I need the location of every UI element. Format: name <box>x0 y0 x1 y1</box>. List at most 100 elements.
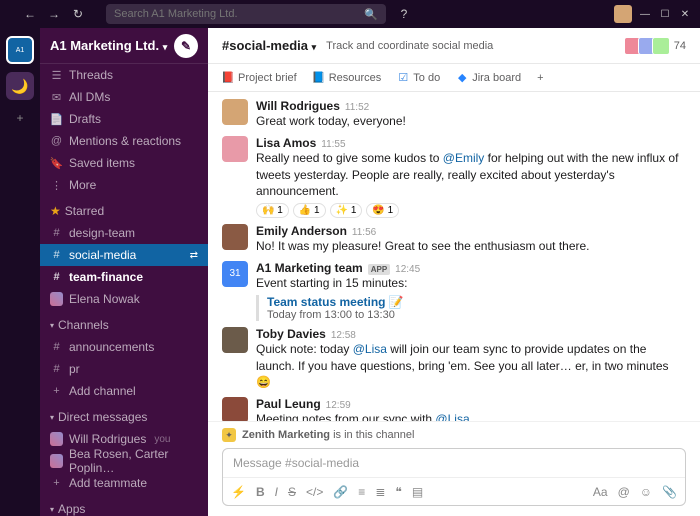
section-apps[interactable]: ▾ Apps <box>40 498 208 516</box>
dm-item-add-teammate[interactable]: +Add teammate <box>40 472 208 494</box>
unordered-list-button[interactable]: ≣ <box>375 485 385 499</box>
emoji-button[interactable]: ☺ <box>640 485 652 499</box>
help-icon[interactable]: ? <box>394 4 414 24</box>
add-bookmark[interactable]: + <box>537 72 543 84</box>
starred-item-team-finance[interactable]: #team-finance <box>40 266 208 288</box>
channel-item-pr[interactable]: #pr <box>40 358 208 380</box>
message-time: 11:55 <box>321 139 345 150</box>
section-dms[interactable]: ▾ Direct messages <box>40 406 208 428</box>
bookmark-to-do[interactable]: ☑To do <box>397 72 440 84</box>
bookmark-icon: ☑ <box>397 72 409 84</box>
bookmark-project-brief[interactable]: 📕Project brief <box>222 72 297 84</box>
attachment-title[interactable]: Team status meeting 📝 <box>267 295 686 309</box>
message-author[interactable]: Lisa Amos <box>256 136 316 150</box>
italic-button[interactable]: I <box>275 485 278 499</box>
message-avatar[interactable] <box>222 327 248 353</box>
hash-icon: # <box>50 227 63 239</box>
message: Lisa Amos11:55Really need to give some k… <box>222 133 686 221</box>
bookmark-jira-board[interactable]: ◆Jira board <box>456 72 521 84</box>
sidebar-item-threads[interactable]: ☰Threads <box>40 64 208 86</box>
code-button[interactable]: </> <box>306 485 323 499</box>
sidebar-item-mentions-reactions[interactable]: @Mentions & reactions <box>40 130 208 152</box>
message-avatar[interactable] <box>222 136 248 162</box>
message-avatar[interactable] <box>222 397 248 421</box>
strike-button[interactable]: S <box>288 485 296 499</box>
reaction[interactable]: 👍 1 <box>293 203 326 218</box>
reaction[interactable]: ✨ 1 <box>330 203 363 218</box>
message-avatar[interactable] <box>222 99 248 125</box>
message-time: 12:59 <box>326 400 351 411</box>
message-text: Great work today, everyone! <box>256 113 686 130</box>
org-icon: ✦ <box>222 428 236 442</box>
user-avatar[interactable] <box>614 5 632 23</box>
titlebar: ← → ↻ 🔍 ? — ☐ ✕ <box>0 0 700 28</box>
format-toggle[interactable]: Aa <box>593 485 608 499</box>
starred-item-design-team[interactable]: #design-team <box>40 222 208 244</box>
nav-icon: @ <box>50 135 63 147</box>
starred-item-elena-nowak[interactable]: Elena Nowak <box>40 288 208 310</box>
ordered-list-button[interactable]: ≡ <box>358 485 365 499</box>
history-icon[interactable]: ↻ <box>68 4 88 24</box>
search-box[interactable]: 🔍 <box>106 4 386 24</box>
nav-back[interactable]: ← <box>20 4 40 24</box>
message-time: 11:56 <box>352 227 376 238</box>
workspace-switcher[interactable]: A1 <box>6 36 34 64</box>
composer-input[interactable]: Message #social-media <box>223 449 685 477</box>
nav-icon: ✉ <box>50 91 63 104</box>
message-author[interactable]: Emily Anderson <box>256 224 347 238</box>
mention-button[interactable]: @ <box>618 485 630 499</box>
mention[interactable]: @Lisa <box>353 342 387 356</box>
bookmark-icon: ◆ <box>456 72 468 84</box>
app-badge: APP <box>368 264 390 275</box>
message-composer[interactable]: Message #social-media ⚡ B I S </> 🔗 ≡ ≣ … <box>222 448 686 506</box>
channel-item-add-channel[interactable]: +Add channel <box>40 380 208 402</box>
message-avatar[interactable]: 31 <box>222 261 248 287</box>
plus-icon: + <box>50 385 63 397</box>
channel-topic[interactable]: Track and coordinate social media <box>326 40 493 52</box>
message-avatar[interactable] <box>222 224 248 250</box>
link-button[interactable]: 🔗 <box>333 485 348 499</box>
window-maximize[interactable]: ☐ <box>658 7 672 21</box>
nav-forward[interactable]: → <box>44 4 64 24</box>
message-author[interactable]: Paul Leung <box>256 397 321 411</box>
sidebar-item-all-dms[interactable]: ✉All DMs <box>40 86 208 108</box>
rail-app-icon[interactable]: 🌙 <box>6 72 34 100</box>
sidebar-item-saved-items[interactable]: 🔖Saved items <box>40 152 208 174</box>
reaction[interactable]: 😍 1 <box>366 203 399 218</box>
channel-item-announcements[interactable]: #announcements <box>40 336 208 358</box>
dm-item-bea-rosen-carter-poplin-[interactable]: Bea Rosen, Carter Poplin… <box>40 450 208 472</box>
presence-icon <box>50 454 63 468</box>
mention[interactable]: @Emily <box>443 151 485 165</box>
channel-name[interactable]: #social-media ▾ <box>222 38 316 53</box>
bold-button[interactable]: B <box>256 485 265 499</box>
starred-item-social-media[interactable]: #social-media⇄ <box>40 244 208 266</box>
bookmark-resources[interactable]: 📘Resources <box>313 72 382 84</box>
codeblock-button[interactable]: ▤ <box>412 485 423 499</box>
section-channels[interactable]: ▾ Channels <box>40 314 208 336</box>
message-author[interactable]: Will Rodrigues <box>256 99 340 113</box>
window-close[interactable]: ✕ <box>678 7 692 21</box>
mention[interactable]: @Lisa <box>435 412 469 421</box>
add-workspace[interactable]: + <box>10 108 30 128</box>
composer-toolbar: ⚡ B I S </> 🔗 ≡ ≣ ❝ ▤ Aa @ ☺ 📎 <box>223 477 685 505</box>
quote-button[interactable]: ❝ <box>395 485 401 499</box>
search-icon: 🔍 <box>364 8 378 21</box>
window-minimize[interactable]: — <box>638 7 652 21</box>
section-starred[interactable]: ★ Starred <box>40 200 208 222</box>
message-text: Quick note: today @Lisa will join our te… <box>256 341 686 391</box>
reaction[interactable]: 🙌 1 <box>256 203 289 218</box>
plus-icon: + <box>50 477 63 489</box>
attach-button[interactable]: 📎 <box>662 485 677 499</box>
search-input[interactable] <box>114 8 364 20</box>
message-author[interactable]: Toby Davies <box>256 327 326 341</box>
sidebar-item-more[interactable]: ⋮More <box>40 174 208 196</box>
sidebar-item-drafts[interactable]: 📄Drafts <box>40 108 208 130</box>
message-time: 12:45 <box>395 264 420 275</box>
hash-icon: # <box>50 363 63 375</box>
compose-button[interactable]: ✎ <box>174 34 198 58</box>
message-author[interactable]: A1 Marketing team <box>256 261 363 275</box>
member-count[interactable]: 74 <box>674 40 686 52</box>
member-avatars[interactable] <box>628 37 670 55</box>
attach-shortcut-icon[interactable]: ⚡ <box>231 485 246 499</box>
workspace-header[interactable]: A1 Marketing Ltd. ▾ ✎ <box>40 28 208 64</box>
